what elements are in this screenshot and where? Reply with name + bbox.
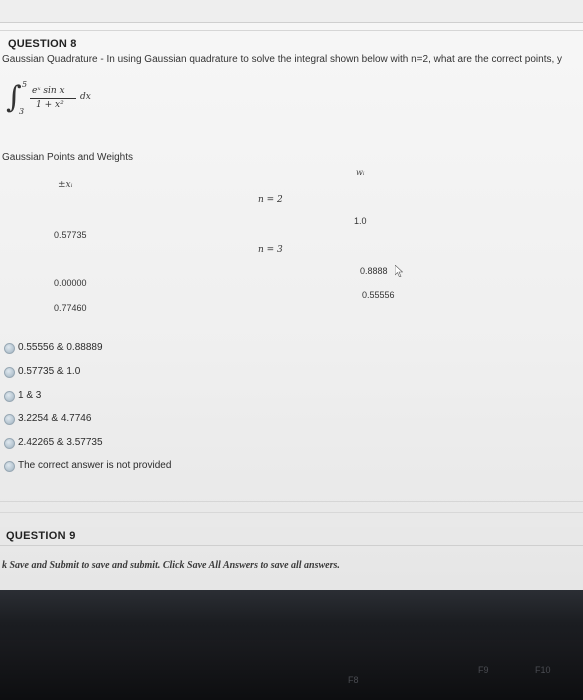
answer-option[interactable]: 2.42265 & 3.57735 [4, 435, 324, 455]
question-9-title: QUESTION 9 [6, 530, 76, 542]
mouse-cursor-icon [395, 265, 403, 277]
answer-option[interactable]: 3.2254 & 4.7746 [4, 411, 324, 431]
answer-option-label: The correct answer is not provided [18, 460, 172, 471]
radio-button[interactable] [4, 391, 15, 402]
keyboard-key: F8 [348, 675, 359, 685]
radio-button[interactable] [4, 343, 15, 354]
question-8-title: QUESTION 8 [8, 38, 77, 50]
question-separator [0, 512, 583, 527]
weight-n3-2: 0.55556 [362, 290, 395, 300]
radio-button[interactable] [4, 367, 15, 378]
weight-n3-1: 0.8888 [360, 266, 388, 276]
weight-n2: 1.0 [354, 216, 367, 226]
radio-button[interactable] [4, 414, 15, 425]
answer-option-label: 1 & 3 [18, 390, 42, 401]
keyboard-strip [0, 640, 583, 700]
save-instructions: k Save and Submit to save and submit. Cl… [2, 560, 340, 571]
answer-option[interactable]: 1 & 3 [4, 388, 324, 408]
divider [0, 22, 583, 23]
integral-lower-limit: 3 [19, 107, 25, 116]
answer-option-label: 2.42265 & 3.57735 [18, 437, 103, 448]
integral-denominator: 1 + x² [36, 100, 64, 110]
integral-differential: dx [80, 92, 91, 102]
column-header-weights: wᵢ [356, 168, 365, 177]
divider [0, 545, 583, 546]
gaussian-table-label: Gaussian Points and Weights [2, 152, 134, 163]
integral-numerator: eˣ sin x [32, 86, 65, 96]
integral-upper-limit: 5 [22, 80, 28, 89]
column-header-points: ±xᵢ [58, 180, 73, 190]
question-8-prompt: Gaussian Quadrature - In using Gaussian … [2, 54, 563, 65]
top-band [0, 0, 583, 22]
point-n2: 0.57735 [54, 230, 87, 240]
point-n3-1: 0.00000 [54, 278, 87, 288]
answer-option-label: 0.55556 & 0.88889 [18, 342, 103, 353]
answer-option-label: 3.2254 & 4.7746 [18, 413, 92, 424]
keyboard-key: F9 [478, 665, 489, 675]
row-label-n2: n = 2 [258, 195, 283, 205]
point-n3-2: 0.77460 [54, 303, 87, 313]
answer-option[interactable]: 0.55556 & 0.88889 [4, 340, 324, 360]
fraction-bar [30, 98, 76, 99]
answer-option[interactable]: The correct answer is not provided [4, 458, 324, 478]
keyboard-key: F10 [535, 665, 551, 675]
answer-option-label: 0.57735 & 1.0 [18, 366, 81, 377]
browser-viewport: QUESTION 8 Gaussian Quadrature - In usin… [0, 0, 583, 590]
integral-expression: ∫ 5 3 eˣ sin x 1 + x² dx [6, 80, 116, 125]
answer-option[interactable]: 0.57735 & 1.0 [4, 364, 324, 384]
radio-button[interactable] [4, 438, 15, 449]
radio-button[interactable] [4, 461, 15, 472]
row-label-n3: n = 3 [258, 245, 283, 255]
